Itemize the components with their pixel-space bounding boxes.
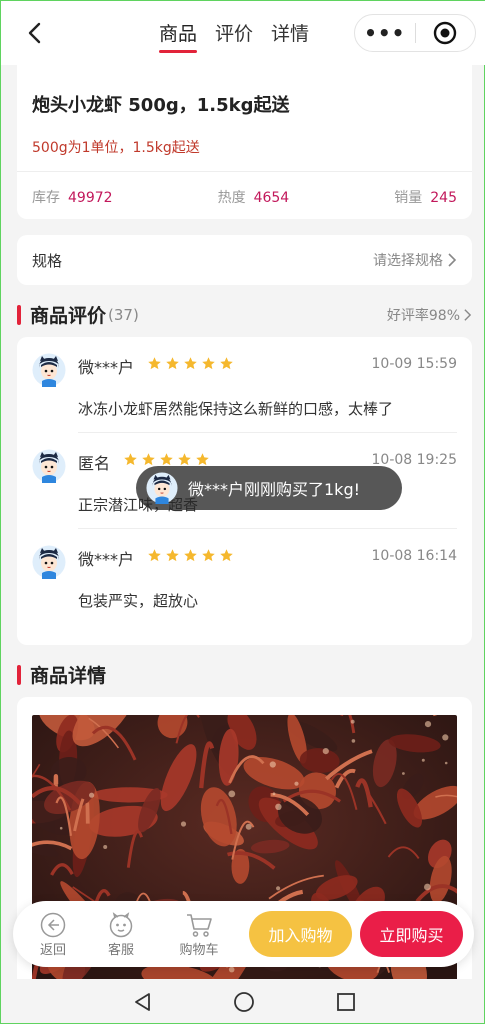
chevron-right-icon: [464, 308, 472, 321]
review-time: 10-09 15:59: [371, 356, 457, 372]
detail-title: 商品详情: [30, 665, 107, 687]
close-target-icon[interactable]: [415, 21, 475, 45]
good-rate-link[interactable]: 好评率98%: [387, 305, 472, 325]
star-rating: [123, 452, 210, 467]
star-icon: [178, 453, 191, 466]
stat-value: 245: [430, 190, 457, 206]
top-bar: 商品 评价 详情 •••: [1, 1, 485, 65]
back-label: 返回: [39, 943, 66, 958]
star-icon: [184, 549, 197, 562]
spec-hint-text: 请选择规格: [373, 253, 443, 269]
spec-selector[interactable]: 规格 请选择规格: [17, 235, 472, 285]
cart-label: 购物车: [179, 943, 219, 958]
product-title: 炮头小龙虾 500g，1.5kg起送: [32, 95, 290, 116]
star-icon: [148, 549, 161, 562]
stat-label: 销量: [394, 190, 423, 206]
system-nav-bar: [1, 979, 484, 1023]
tab-reviews[interactable]: 评价: [215, 19, 253, 46]
stat-label: 热度: [217, 190, 246, 206]
reviewer-name: 微***户: [78, 358, 135, 377]
review-text: 冰冻小龙虾居然能保持这么新鲜的口感，太棒了: [78, 400, 394, 418]
reviews-title: 商品评价: [30, 305, 107, 327]
star-rating: [147, 356, 234, 371]
divider: [17, 171, 472, 172]
miniapp-capsule: •••: [354, 14, 476, 52]
tab-product[interactable]: 商品: [159, 19, 198, 53]
star-icon: [202, 549, 215, 562]
reviewer-name: 匿名: [78, 454, 111, 473]
reviewer-name: 微***户: [78, 550, 135, 569]
stat-value: 49972: [68, 190, 113, 206]
add-to-cart-button[interactable]: 加入购物: [249, 911, 352, 957]
review-item: 微***户 10-09 15:59 冰冻小龙虾居然能保持这么新鲜的口感，太棒了: [32, 337, 457, 433]
bottom-action-bar: 返回 客服 购物车 加入购物 立即购买: [13, 901, 474, 967]
product-subtitle: 500g为1单位，1.5kg起送: [32, 140, 200, 156]
service-label: 客服: [107, 943, 134, 958]
nav-back-icon[interactable]: [132, 991, 154, 1013]
product-info-card: 炮头小龙虾 500g，1.5kg起送 500g为1单位，1.5kg起送 库存 49…: [17, 65, 472, 219]
nav-recents-icon[interactable]: [335, 991, 357, 1013]
review-item: 微***户 10-08 16:14 包装严实，超放心: [32, 529, 457, 625]
star-icon: [202, 357, 215, 370]
shopping-cart-icon: [187, 914, 212, 937]
star-icon: [148, 357, 161, 370]
star-icon: [142, 453, 155, 466]
spec-hint: 请选择规格: [373, 250, 457, 270]
nav-home-icon[interactable]: [233, 991, 255, 1013]
back-arrow-icon[interactable]: [21, 19, 49, 47]
stat-stock: 库存 49972: [32, 187, 113, 207]
avatar: [32, 353, 66, 387]
back-button[interactable]: 返回: [27, 911, 79, 958]
reviews-count: (37): [108, 305, 139, 324]
buy-now-button[interactable]: 立即购买: [360, 911, 463, 957]
star-icon: [124, 453, 137, 466]
star-icon: [184, 357, 197, 370]
more-icon[interactable]: •••: [355, 21, 415, 45]
stat-heat: 热度 4654: [218, 187, 290, 207]
reviews-header: 商品评价 (37) 好评率98%: [17, 301, 472, 328]
tab-details[interactable]: 详情: [271, 19, 309, 46]
detail-header: 商品详情: [17, 661, 472, 688]
star-icon: [166, 357, 179, 370]
stat-value: 4654: [253, 190, 290, 206]
cart-button[interactable]: 购物车: [171, 911, 227, 958]
stat-sales: 销量 245: [394, 187, 457, 207]
customer-service-icon: [109, 912, 133, 938]
star-icon: [166, 549, 179, 562]
star-icon: [220, 549, 233, 562]
section-accent-bar: [17, 664, 21, 685]
purchase-toast: 微***户刚刚购买了1kg!: [136, 466, 402, 510]
avatar: [146, 472, 178, 504]
section-accent-bar: [17, 304, 21, 325]
spec-label: 规格: [32, 251, 63, 270]
avatar: [32, 449, 66, 483]
stat-label: 库存: [32, 190, 60, 206]
back-circle-icon: [40, 912, 66, 938]
star-icon: [196, 453, 209, 466]
chevron-right-icon: [448, 253, 457, 267]
star-icon: [160, 453, 173, 466]
star-rating: [147, 548, 234, 563]
toast-text: 微***户刚刚购买了1kg!: [188, 480, 361, 499]
good-rate-text: 好评率98%: [386, 307, 460, 324]
review-text: 包装严实，超放心: [78, 592, 199, 610]
avatar: [32, 545, 66, 579]
customer-service-button[interactable]: 客服: [95, 911, 147, 958]
review-time: 10-08 16:14: [371, 548, 457, 564]
tab-bar: 商品 评价 详情: [159, 19, 309, 53]
star-icon: [220, 357, 233, 370]
product-stats: 库存 49972 热度 4654 销量 245: [32, 187, 457, 207]
